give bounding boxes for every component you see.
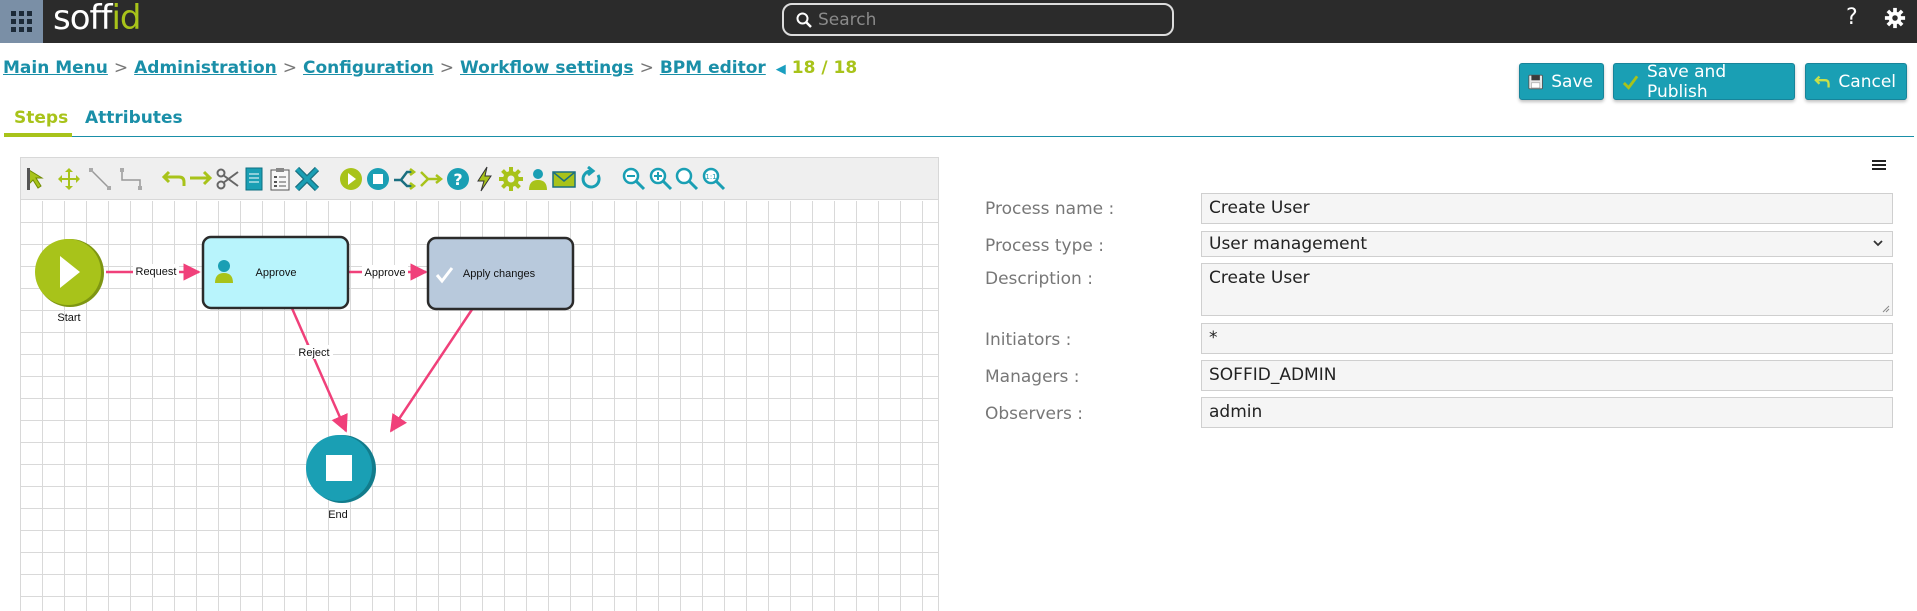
bpm-editor: ? 1:1 Request Approve Reject Start Appro… — [20, 157, 939, 611]
join-icon[interactable] — [418, 166, 444, 192]
description-label: Description : — [985, 269, 1093, 289]
breadcrumb-separator: > — [282, 58, 298, 78]
breadcrumb-main-menu[interactable]: Main Menu — [3, 58, 108, 78]
search-icon — [796, 12, 812, 28]
start-node-icon[interactable] — [338, 166, 364, 192]
fork-icon[interactable] — [391, 166, 417, 192]
previous-triangle-icon[interactable]: ◀ — [776, 62, 786, 77]
svg-text:1:1: 1:1 — [705, 173, 716, 181]
initiators-input[interactable]: * — [1201, 323, 1893, 354]
process-type-value: User management — [1209, 234, 1368, 254]
apply-changes-label: Apply changes — [463, 268, 536, 280]
system-task-gear-icon[interactable] — [498, 166, 524, 192]
process-name-label: Process name : — [985, 199, 1115, 219]
checkmark-icon — [1622, 74, 1639, 90]
tab-attributes[interactable]: Attributes — [85, 108, 183, 128]
search-input[interactable] — [818, 8, 1158, 32]
edge-approve-label: Approve — [365, 267, 406, 279]
process-type-label: Process type : — [985, 236, 1104, 256]
delete-icon[interactable] — [294, 166, 320, 192]
breadcrumb-separator: > — [113, 58, 129, 78]
save-button[interactable]: Save — [1519, 63, 1604, 100]
edge-reject[interactable] — [289, 305, 348, 433]
resize-grip-icon[interactable] — [1882, 305, 1890, 313]
edge-request-label: Request — [136, 266, 177, 278]
hamburger-menu-icon[interactable] — [1872, 160, 1886, 172]
observers-label: Observers : — [985, 404, 1083, 424]
mail-icon[interactable] — [551, 166, 577, 192]
edge-apply-to-end[interactable] — [389, 307, 475, 433]
process-name-input[interactable]: Create User — [1201, 193, 1893, 224]
tab-steps[interactable]: Steps — [14, 108, 68, 128]
breadcrumb-workflow-settings[interactable]: Workflow settings — [460, 58, 634, 78]
apps-grid-icon[interactable] — [0, 0, 43, 43]
select-arrow-icon[interactable] — [25, 166, 51, 192]
undo-icon[interactable] — [161, 166, 187, 192]
connect-line-icon[interactable] — [87, 166, 113, 192]
approve-task-label: Approve — [256, 267, 297, 279]
action-lightning-icon[interactable] — [472, 166, 498, 192]
breadcrumb-bpm-editor[interactable]: BPM editor — [660, 58, 766, 78]
svg-text:?: ? — [453, 170, 462, 189]
paste-icon[interactable] — [267, 166, 293, 192]
end-node-icon[interactable] — [365, 166, 391, 192]
zoom-fit-icon[interactable]: 1:1 — [701, 166, 727, 192]
save-and-publish-label: Save and Publish — [1647, 61, 1727, 102]
soffid-logo[interactable]: soffid — [53, 0, 142, 38]
breadcrumb-configuration[interactable]: Configuration — [303, 58, 434, 78]
observers-input[interactable]: admin — [1201, 397, 1893, 428]
approve-task[interactable]: Approve — [201, 235, 350, 310]
zoom-actual-icon[interactable] — [674, 166, 700, 192]
cut-icon[interactable] — [215, 166, 241, 192]
save-and-publish-button[interactable]: Save and Publish — [1613, 61, 1795, 102]
managers-label: Managers : — [985, 367, 1080, 387]
process-type-select[interactable]: User management — [1201, 231, 1893, 257]
zoom-out-icon[interactable] — [621, 166, 647, 192]
apply-changes-task[interactable]: Apply changes — [426, 236, 575, 311]
decision-icon[interactable]: ? — [445, 166, 471, 192]
start-node[interactable] — [35, 239, 104, 307]
redo-icon[interactable] — [188, 166, 214, 192]
help-icon[interactable]: ? — [1846, 5, 1858, 30]
end-label: End — [328, 509, 348, 521]
pager-count: 18 / 18 — [791, 58, 858, 78]
loop-refresh-icon[interactable] — [578, 166, 604, 192]
breadcrumb-separator: > — [439, 58, 455, 78]
description-textarea[interactable]: Create User — [1201, 263, 1893, 316]
end-node[interactable] — [306, 435, 376, 503]
cancel-button[interactable]: Cancel — [1805, 63, 1907, 100]
save-label: Save — [1551, 71, 1593, 92]
initiators-label: Initiators : — [985, 330, 1072, 350]
breadcrumb-separator: > — [639, 58, 654, 78]
cancel-label: Cancel — [1838, 71, 1896, 92]
active-tab-indicator — [4, 133, 72, 137]
managers-input[interactable]: SOFFID_ADMIN — [1201, 360, 1893, 391]
edge-reject-label: Reject — [298, 347, 329, 359]
chevron-down-icon — [1873, 240, 1883, 247]
zoom-in-icon[interactable] — [648, 166, 674, 192]
description-value: Create User — [1209, 268, 1310, 288]
diagram-canvas[interactable]: Request Approve Reject Start Approve App… — [21, 201, 938, 611]
start-label: Start — [57, 312, 80, 324]
top-bar: soffid ? — [0, 0, 1917, 43]
breadcrumb-administration[interactable]: Administration — [134, 58, 277, 78]
editor-toolbar: ? 1:1 — [21, 158, 938, 200]
copy-icon[interactable] — [241, 166, 267, 192]
elbow-connector-icon[interactable] — [118, 166, 144, 192]
tabs-divider — [4, 136, 1914, 137]
floppy-disk-icon — [1528, 74, 1543, 89]
move-icon[interactable] — [56, 166, 82, 192]
undo-arrow-icon — [1814, 75, 1830, 87]
user-task-icon[interactable] — [525, 166, 551, 192]
settings-gear-icon[interactable] — [1884, 7, 1906, 29]
breadcrumb: Main Menu > Administration > Configuration > W… — [3, 58, 857, 78]
search-box[interactable] — [782, 3, 1174, 36]
